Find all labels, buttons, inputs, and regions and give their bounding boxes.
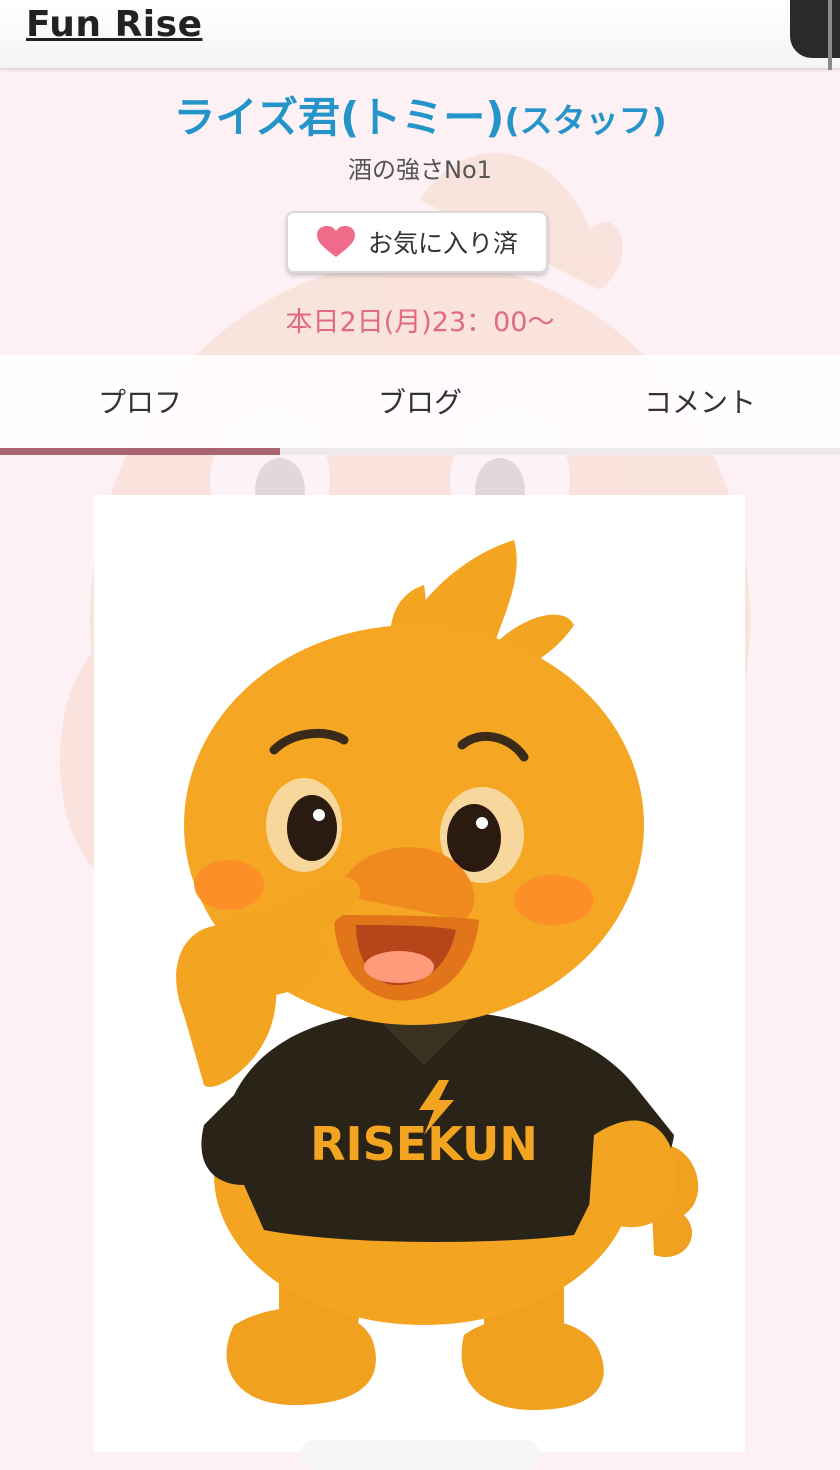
top-header: Fun Rise <box>0 0 840 70</box>
tab-active-indicator <box>0 448 280 455</box>
favorite-button[interactable]: お気に入り済 <box>286 211 548 273</box>
menu-button[interactable] <box>790 0 840 58</box>
bottom-overlay-pill <box>300 1440 540 1470</box>
profile-tabs: プロフ ブログ コメント <box>0 355 840 455</box>
cast-photo[interactable]: RISEKUN <box>94 495 745 1452</box>
cast-catchphrase: 酒の強さNo1 <box>348 156 492 184</box>
cast-name: ライズ君(トミー) <box>173 93 505 142</box>
schedule-text: 本日2日(月)23：00〜 <box>285 307 555 338</box>
shirt-print-text: RISEKUN <box>310 1117 538 1171</box>
cast-name-title: ライズ君(トミー)(スタッフ) <box>0 84 840 145</box>
cast-role: (スタッフ) <box>504 101 667 140</box>
tab-comment[interactable]: コメント <box>560 355 840 447</box>
tab-profile[interactable]: プロフ <box>0 355 280 447</box>
heart-icon <box>316 226 355 257</box>
tab-blog[interactable]: ブログ <box>280 355 560 447</box>
scrollbar[interactable] <box>828 0 832 70</box>
favorite-button-label: お気に入り済 <box>367 229 518 258</box>
mascot-illustration: RISEKUN <box>176 540 699 1410</box>
brand-logo-link[interactable]: Fun Rise <box>26 4 203 45</box>
